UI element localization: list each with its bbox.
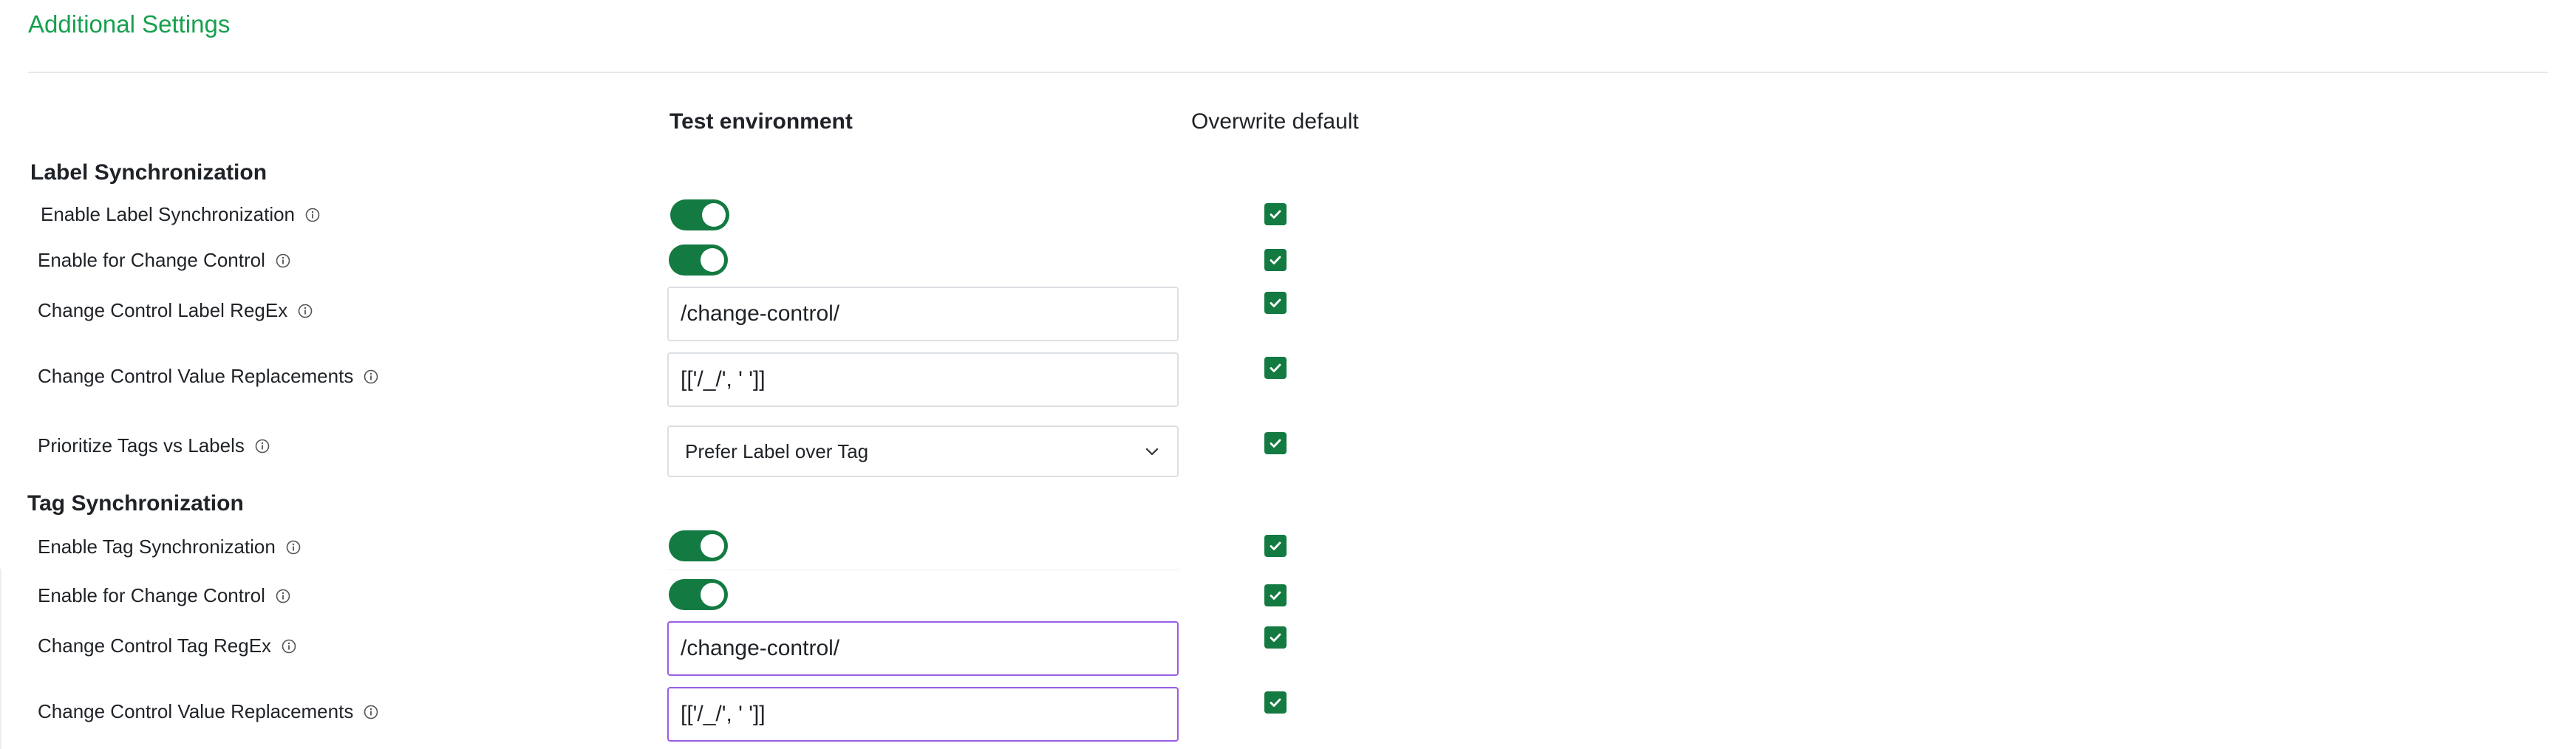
label-change-control-value-replacements: Change Control Value Replacements (38, 365, 378, 388)
toggle-enable-tag-sync[interactable] (669, 530, 728, 561)
info-circle-icon[interactable] (282, 639, 296, 654)
chevron-down-icon (1145, 448, 1159, 456)
select-value: Prefer Label over Tag (685, 440, 869, 462)
toggle-knob (702, 203, 726, 227)
label-tag-enable-change-control: Enable for Change Control (38, 584, 290, 607)
info-circle-icon[interactable] (276, 589, 290, 603)
column-header-test-environment: Test environment (669, 109, 853, 134)
checkmark-icon (1270, 633, 1281, 642)
label-enable-change-control: Enable for Change Control (38, 249, 290, 272)
label-prioritize-tags-vs-labels: Prioritize Tags vs Labels (38, 434, 270, 457)
checkmark-icon (1270, 591, 1281, 600)
page-title: Additional Settings (28, 10, 231, 38)
checkbox-overwrite-enable-label-sync[interactable] (1264, 203, 1287, 225)
checkbox-overwrite-prioritize[interactable] (1264, 432, 1287, 454)
section-heading-tag-sync: Tag Synchronization (27, 491, 244, 516)
checkmark-icon (1270, 363, 1281, 372)
left-edge-line (0, 569, 1, 749)
toggle-tag-enable-change-control[interactable] (669, 579, 728, 610)
info-circle-icon[interactable] (255, 439, 270, 454)
label-enable-tag-sync: Enable Tag Synchronization (38, 536, 301, 558)
checkbox-overwrite-enable-change-control[interactable] (1264, 249, 1287, 271)
checkmark-icon (1270, 439, 1281, 448)
field-label: Enable for Change Control (38, 584, 265, 606)
toggle-enable-change-control[interactable] (669, 244, 728, 276)
checkbox-overwrite-value-replacements[interactable] (1264, 357, 1287, 379)
checkbox-overwrite-tag-enable-change-control[interactable] (1264, 584, 1287, 606)
checkbox-overwrite-enable-tag-sync[interactable] (1264, 535, 1287, 557)
field-label: Change Control Tag RegEx (38, 635, 272, 657)
field-label: Enable for Change Control (38, 249, 265, 271)
additional-settings-panel: Additional Settings Test environment Ove… (0, 0, 2576, 749)
checkmark-icon (1270, 298, 1281, 307)
info-circle-icon[interactable] (286, 540, 301, 555)
info-circle-icon[interactable] (298, 304, 313, 318)
section-heading-label-sync: Label Synchronization (30, 160, 268, 185)
input-change-control-label-regex[interactable] (667, 287, 1179, 341)
checkmark-icon (1270, 256, 1281, 264)
toggle-knob (701, 583, 724, 606)
info-circle-icon[interactable] (364, 369, 378, 384)
input-change-control-tag-regex[interactable] (667, 621, 1179, 676)
checkmark-icon (1270, 541, 1281, 550)
label-change-control-tag-regex: Change Control Tag RegEx (38, 635, 296, 657)
column-header-overwrite-default: Overwrite default (1191, 109, 1359, 134)
label-enable-label-sync: Enable Label Synchronization (41, 203, 320, 226)
toggle-knob (701, 534, 724, 558)
toggle-knob (701, 248, 724, 272)
checkmark-icon (1270, 698, 1281, 707)
field-label: Change Control Label RegEx (38, 299, 288, 321)
info-circle-icon[interactable] (305, 208, 320, 222)
input-tag-change-control-value-replacements[interactable] (667, 687, 1179, 742)
field-label: Change Control Value Replacements (38, 365, 354, 387)
info-circle-icon[interactable] (276, 253, 290, 268)
field-label: Enable Tag Synchronization (38, 536, 276, 558)
toggle-enable-label-sync[interactable] (670, 199, 729, 230)
label-change-control-label-regex: Change Control Label RegEx (38, 299, 313, 322)
checkbox-overwrite-tag-regex[interactable] (1264, 626, 1287, 649)
select-prioritize-tags-vs-labels[interactable]: Prefer Label over Tag (667, 425, 1179, 477)
field-label: Prioritize Tags vs Labels (38, 434, 245, 456)
checkbox-overwrite-tag-value-replacements[interactable] (1264, 691, 1287, 714)
header-divider (28, 72, 2548, 73)
field-label: Enable Label Synchronization (41, 203, 296, 225)
input-change-control-value-replacements[interactable] (667, 352, 1179, 407)
checkmark-icon (1270, 210, 1281, 219)
info-circle-icon[interactable] (364, 705, 378, 719)
label-tag-change-control-value-replacements: Change Control Value Replacements (38, 700, 378, 723)
field-label: Change Control Value Replacements (38, 700, 354, 722)
checkbox-overwrite-label-regex[interactable] (1264, 292, 1287, 314)
